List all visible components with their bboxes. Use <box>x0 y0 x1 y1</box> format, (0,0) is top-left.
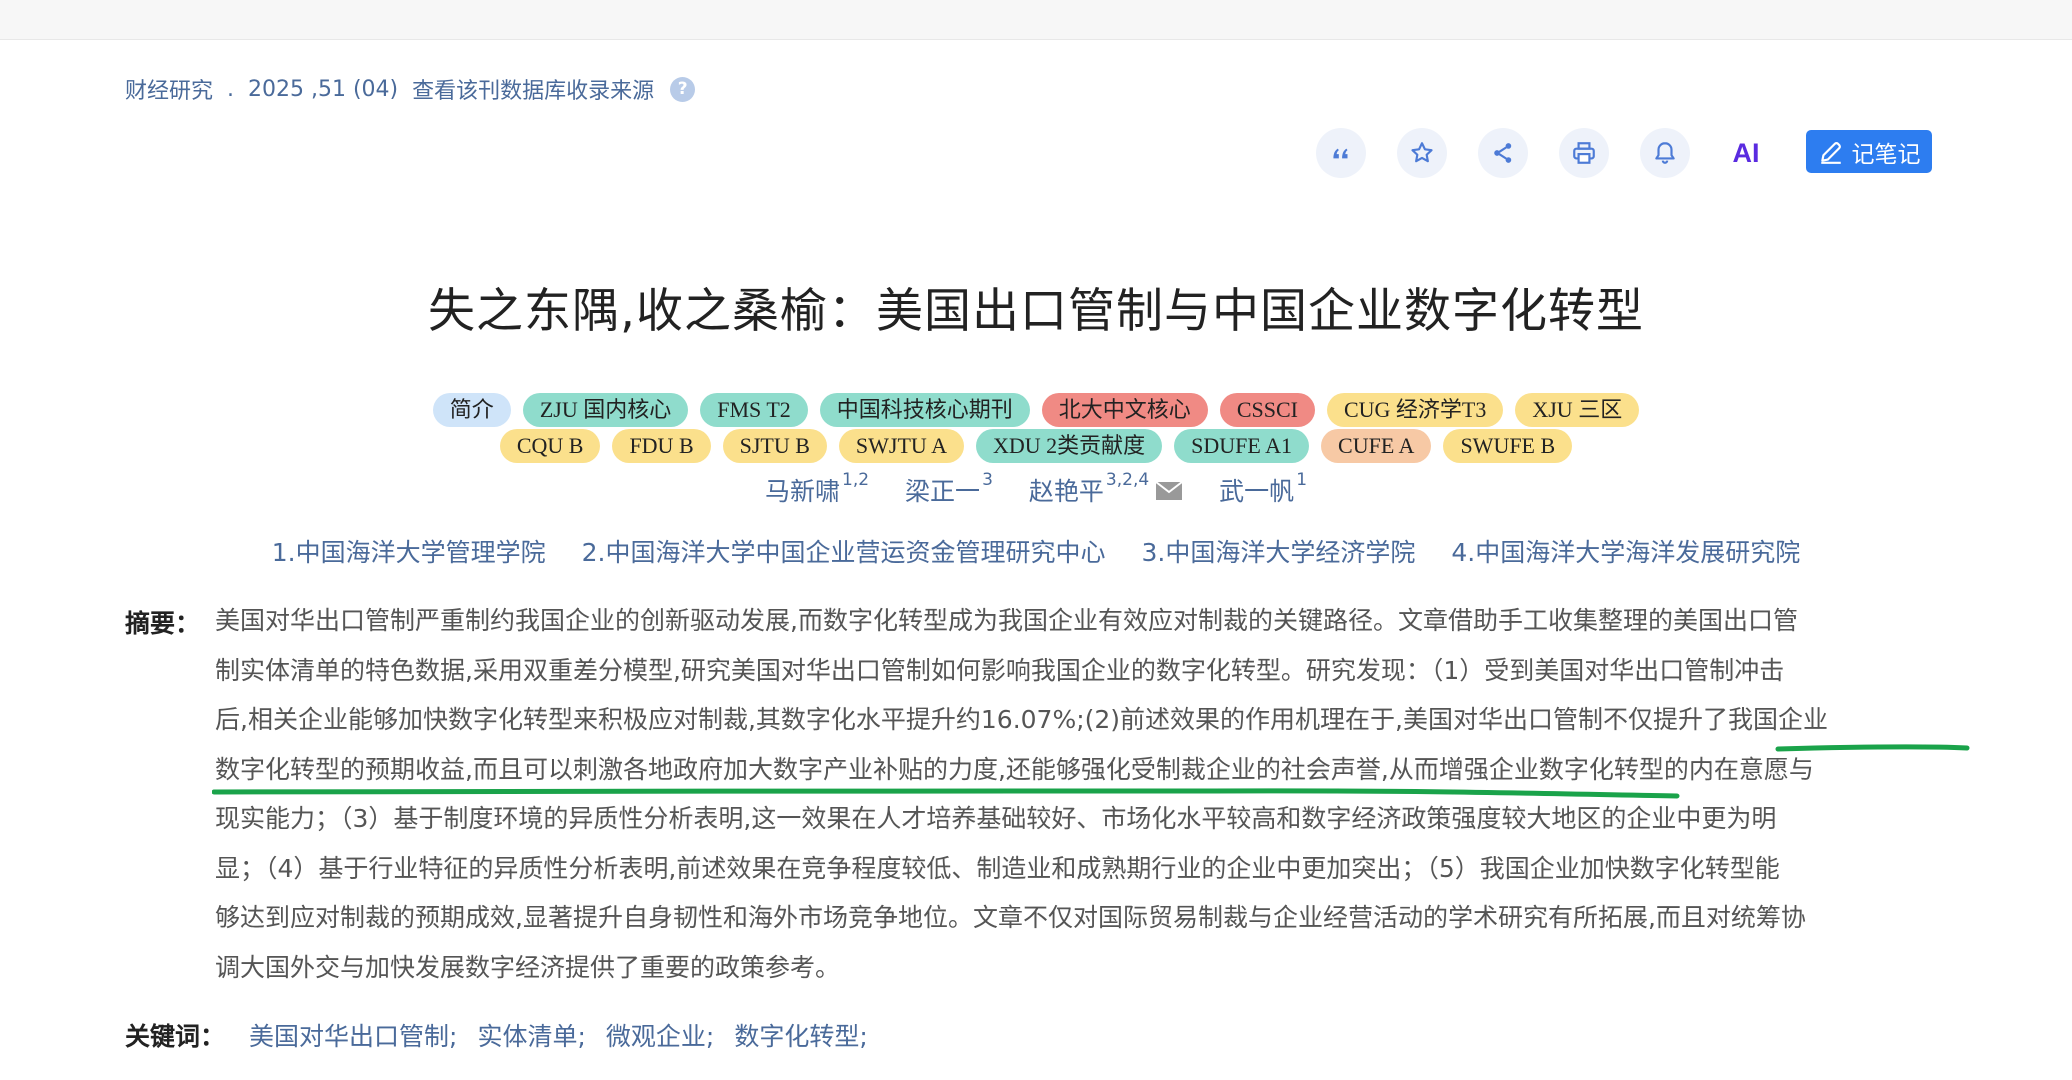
index-tags-row-2: CQU B FDU B SJTU B SWJTU A XDU 2类贡献度 SDUFE A1… <box>0 429 2072 463</box>
index-tag[interactable]: XDU 2类贡献度 <box>975 429 1163 463</box>
affiliation-link[interactable]: 3.中国海洋大学经济学院 <box>1142 533 1416 569</box>
pencil-icon <box>1820 141 1841 164</box>
article-title: 失之东隅,收之桑榆：美国出口管制与中国企业数字化转型 <box>428 284 1644 339</box>
keywords-label: 关键词： <box>125 1022 226 1051</box>
database-source-link[interactable]: 查看该刊数据库收录来源 <box>412 73 654 105</box>
star-icon <box>1411 142 1433 163</box>
author-link[interactable]: 武一帆 1 <box>1219 472 1307 508</box>
keyword-link[interactable]: 微观企业; <box>606 1017 714 1053</box>
index-tag[interactable]: CSSCI <box>1219 393 1315 427</box>
index-tag[interactable]: 简介 <box>432 393 511 427</box>
abstract-label: 摘要： <box>125 609 201 638</box>
keywords: 关键词： 美国对华出口管制; 实体清单; 微观企业; 数字化转型; <box>125 1017 888 1053</box>
abstract-line: 现实能力；（3）基于制度环境的异质性分析表明,这一效果在人才培养基础较好、市场化… <box>215 804 1777 833</box>
index-tag[interactable]: ZJU 国内核心 <box>522 393 689 427</box>
keyword-link[interactable]: 美国对华出口管制; <box>249 1017 457 1053</box>
print-button[interactable] <box>1559 128 1609 178</box>
bell-icon <box>1655 142 1675 164</box>
affiliation-list: 1.中国海洋大学管理学院 2.中国海洋大学中国企业营运资金管理研究中心 3.中国… <box>0 533 2072 569</box>
take-notes-button[interactable]: 记笔记 <box>1806 130 1932 173</box>
share-icon <box>1494 143 1512 163</box>
abstract-text: 美国对华出口管制严重制约我国企业的创新驱动发展,而数字化转型成为我国企业有效应对… <box>215 596 1931 992</box>
share-button[interactable] <box>1478 128 1528 178</box>
abstract-line: 数字化转型的预期收益,而且可以刺激各地政府加大数字产业补贴的力度,还能够强化受制… <box>215 754 1814 784</box>
keyword-link[interactable]: 数字化转型; <box>734 1017 867 1053</box>
author-link[interactable]: 马新啸 1,2 <box>765 472 869 508</box>
printer-icon <box>1573 142 1595 164</box>
abstract-line: 调大国外交与加快发展数字经济提供了重要的政策参考。 <box>215 952 841 982</box>
keyword-link[interactable]: 实体清单; <box>477 1017 585 1053</box>
abstract-line: 美国对华出口管制严重制约我国企业的创新驱动发展,而数字化转型成为我国企业有效应对… <box>215 606 1798 635</box>
index-tag[interactable]: SDUFE A1 <box>1174 429 1310 463</box>
journal-name-link[interactable]: 财经研究 <box>125 73 213 105</box>
affiliation-link[interactable]: 2.中国海洋大学中国企业营运资金管理研究中心 <box>582 533 1106 569</box>
affiliation-link[interactable]: 1.中国海洋大学管理学院 <box>272 533 546 569</box>
abstract-line: 制实体清单的特色数据,采用双重差分模型,研究美国对华出口管制如何影响我国企业的数… <box>215 655 1785 685</box>
index-tags-row-1: 简介 ZJU 国内核心 FMS T2 中国科技核心期刊 北大中文核心 CSSCI CUG 经… <box>0 393 2072 427</box>
abstract-line: 显；（4）基于行业特征的异质性分析表明,前述效果在竞争程度较低、制造业和成熟期行… <box>215 853 1780 883</box>
author-link[interactable]: 梁正一 3 <box>905 472 993 508</box>
help-icon[interactable]: ? <box>670 76 696 102</box>
abstract-line: 后,相关企业能够加快数字化转型来积极应对制裁,其数字化水平提升约16.07%;(… <box>215 705 1829 734</box>
ai-assistant-button[interactable]: AI <box>1721 128 1771 178</box>
index-tag[interactable]: 北大中文核心 <box>1041 393 1208 427</box>
article-toolbar: AI <box>1316 128 1802 178</box>
cite-button[interactable] <box>1316 128 1366 178</box>
index-tag[interactable]: CUG 经济学T3 <box>1326 393 1504 427</box>
affiliation-link[interactable]: 4.中国海洋大学海洋发展研究院 <box>1451 533 1800 569</box>
index-tag[interactable]: SWJTU A <box>838 429 964 463</box>
author-link[interactable]: 赵艳平 3,2,4 <box>1029 472 1183 508</box>
favorite-button[interactable] <box>1397 128 1447 178</box>
index-tag[interactable]: FMS T2 <box>700 393 808 427</box>
mail-icon[interactable] <box>1155 481 1183 501</box>
index-tag[interactable]: CUFE A <box>1321 429 1432 463</box>
index-tag[interactable]: SWUFE B <box>1443 429 1573 463</box>
abstract-line: 够达到应对制裁的预期成效,显著提升自身韧性和海外市场竞争地位。文章不仅对国际贸易… <box>215 903 1806 932</box>
top-bar <box>0 0 2072 40</box>
subscribe-button[interactable] <box>1640 128 1690 178</box>
index-tag[interactable]: FDU B <box>612 429 711 463</box>
index-tag[interactable]: CQU B <box>499 429 601 463</box>
journal-source: 财经研究 . 2025 ,51 (04) 查看该刊数据库收录来源 ? <box>125 73 696 105</box>
index-tag[interactable]: XJU 三区 <box>1515 393 1640 427</box>
index-tag[interactable]: SJTU B <box>722 429 827 463</box>
quote-icon <box>1333 148 1348 159</box>
author-list: 马新啸 1,2 梁正一 3 赵艳平 3,2,4 武一帆 1 <box>0 472 2072 508</box>
take-notes-label: 记笔记 <box>1851 141 1921 168</box>
issue-link[interactable]: 2025 ,51 (04) <box>248 77 398 102</box>
index-tag[interactable]: 中国科技核心期刊 <box>819 393 1030 427</box>
